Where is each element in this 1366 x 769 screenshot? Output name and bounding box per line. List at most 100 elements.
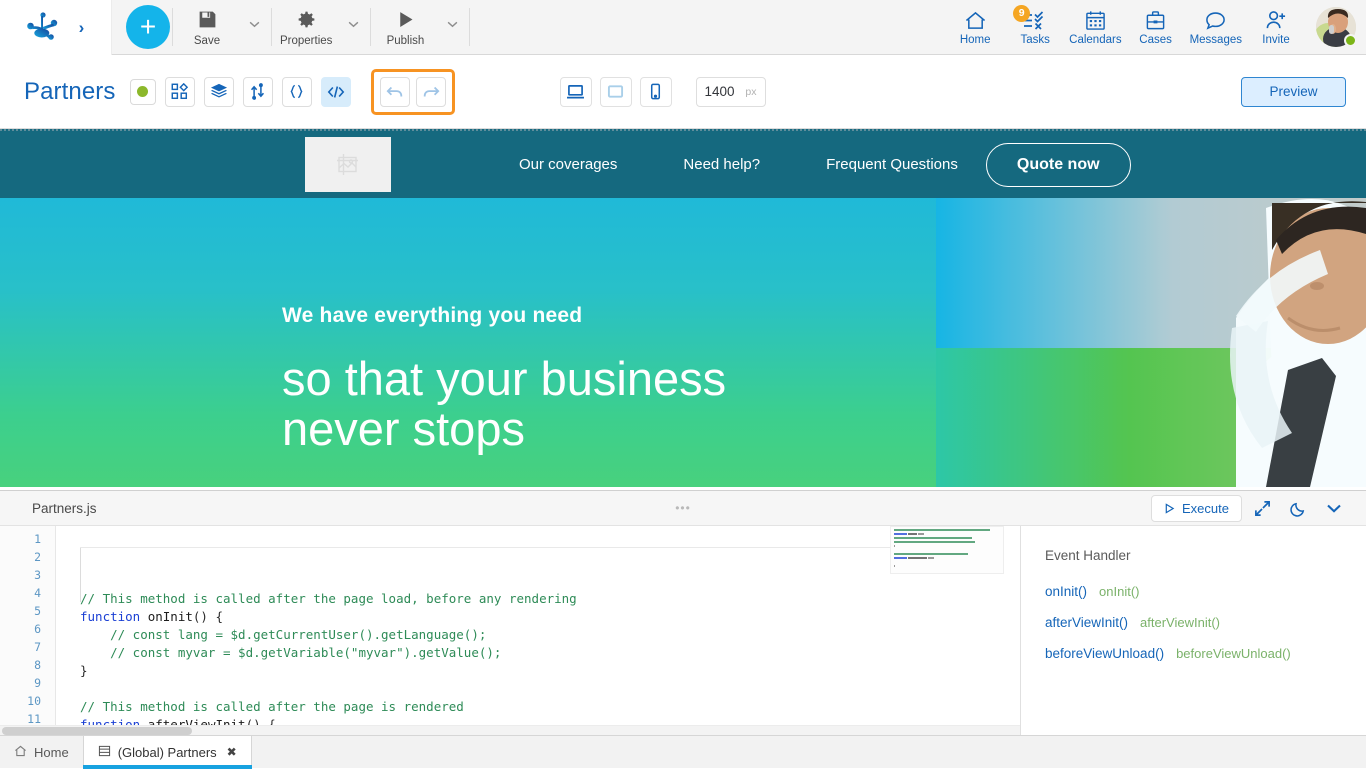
line-number: 9 xyxy=(0,674,55,692)
nav-invite[interactable]: Invite xyxy=(1246,0,1306,55)
chat-bubble-icon xyxy=(1204,8,1227,31)
divider xyxy=(172,8,173,46)
event-handler-name: onInit() xyxy=(1045,584,1087,599)
publish-button[interactable]: Publish xyxy=(373,0,437,55)
nav-invite-label: Invite xyxy=(1262,34,1290,46)
code-content[interactable]: // This method is called after the page … xyxy=(56,526,1020,735)
event-handler-panel: Event Handler onInit() onInit() afterVie… xyxy=(1020,526,1366,735)
code-tags-icon[interactable] xyxy=(321,77,351,107)
layers-icon[interactable] xyxy=(204,77,234,107)
components-grid-icon[interactable] xyxy=(165,77,195,107)
hero-heading-line-1: so that your business xyxy=(282,354,726,404)
save-button[interactable]: Save xyxy=(175,0,239,55)
event-handler-title: Event Handler xyxy=(1045,548,1366,563)
line-number: 8 xyxy=(0,656,55,674)
flow-icon[interactable] xyxy=(243,77,273,107)
history-button-group xyxy=(371,69,455,115)
site-nav-link-1[interactable]: Our coverages xyxy=(519,156,617,173)
scrollbar-thumb[interactable] xyxy=(2,727,192,735)
code-line: // This method is called after the page … xyxy=(80,590,1020,608)
tabbar-empty-space xyxy=(252,736,1366,768)
mobile-icon[interactable] xyxy=(640,77,672,107)
line-number: 6 xyxy=(0,620,55,638)
active-line-underline xyxy=(80,547,960,548)
redo-icon[interactable] xyxy=(416,77,446,107)
save-dropdown-chevron-icon[interactable] xyxy=(239,0,269,55)
tab-global-partners[interactable]: (Global) Partners ✖ xyxy=(83,736,252,768)
device-selector xyxy=(560,77,680,107)
top-toolbar: › + Save Properties Publish xyxy=(0,0,1366,55)
code-line: // This method is called after the page … xyxy=(80,698,1020,716)
save-label: Save xyxy=(194,35,220,47)
minimap-line xyxy=(894,565,1000,567)
status-badge xyxy=(130,79,156,105)
editor-header-actions: Execute xyxy=(1151,493,1366,523)
code-line: function onInit() { xyxy=(80,608,1020,626)
nav-messages[interactable]: Messages xyxy=(1186,0,1246,55)
desktop-icon[interactable] xyxy=(560,77,592,107)
site-nav-link-2[interactable]: Need help? xyxy=(683,156,760,173)
line-number-gutter: 1234567891011 xyxy=(0,526,56,735)
nav-home-label: Home xyxy=(960,34,991,46)
properties-dropdown-chevron-icon[interactable] xyxy=(338,0,368,55)
page-toolbar: Partners xyxy=(0,55,1366,129)
home-icon xyxy=(964,8,987,31)
canvas-width-input[interactable]: 1400 px xyxy=(696,77,766,107)
braces-icon[interactable] xyxy=(282,77,312,107)
code-line: // const myvar = $d.getVariable("myvar")… xyxy=(80,644,1020,662)
event-handler-row[interactable]: onInit() onInit() xyxy=(1045,584,1366,599)
moon-icon[interactable] xyxy=(1282,493,1314,523)
tablet-icon[interactable] xyxy=(600,77,632,107)
code-token: () { xyxy=(193,609,223,624)
site-logo-placeholder[interactable] xyxy=(305,137,391,192)
expand-diagonal-icon[interactable] xyxy=(1246,493,1278,523)
add-new-button[interactable]: + xyxy=(126,5,170,49)
nav-calendars[interactable]: Calendars xyxy=(1065,0,1125,55)
code-token: } xyxy=(80,663,88,678)
code-minimap[interactable] xyxy=(890,526,1004,574)
execute-button[interactable]: Execute xyxy=(1151,495,1242,522)
code-token: // This method is called after the page … xyxy=(80,591,577,606)
avatar[interactable] xyxy=(1316,7,1356,47)
divider xyxy=(370,8,371,46)
status-dot-icon xyxy=(137,86,148,97)
page-title: Partners xyxy=(24,78,116,106)
nav-cases-label: Cases xyxy=(1139,34,1172,46)
preview-button[interactable]: Preview xyxy=(1241,77,1346,107)
chevron-down-icon[interactable] xyxy=(1318,493,1350,523)
top-nav-group: Home 9 Tasks xyxy=(945,0,1366,55)
event-handler-row[interactable]: afterViewInit() afterViewInit() xyxy=(1045,615,1366,630)
publish-dropdown-chevron-icon[interactable] xyxy=(437,0,467,55)
canvas-width-unit: px xyxy=(745,86,756,98)
divider xyxy=(271,8,272,46)
minimap-line xyxy=(894,537,1000,539)
nav-home[interactable]: Home xyxy=(945,0,1005,55)
home-outline-icon xyxy=(14,745,27,760)
lithium-logo-icon[interactable] xyxy=(27,12,61,42)
divider xyxy=(469,8,470,46)
minimap-line xyxy=(894,541,1000,543)
nav-tasks[interactable]: 9 Tasks xyxy=(1005,0,1065,55)
event-handler-row[interactable]: beforeViewUnload() beforeViewUnload() xyxy=(1045,646,1366,661)
hero-heading: so that your business never stops xyxy=(282,354,726,454)
panel-resize-grip[interactable]: ••• xyxy=(675,501,691,515)
line-number: 3 xyxy=(0,566,55,584)
undo-icon[interactable] xyxy=(380,77,410,107)
tab-home[interactable]: Home xyxy=(0,736,83,768)
page-canvas: Our coverages Need help? Frequent Questi… xyxy=(0,129,1366,487)
code-area[interactable]: 1234567891011 // This method is called a… xyxy=(0,526,1020,735)
play-icon xyxy=(395,8,416,32)
properties-button[interactable]: Properties xyxy=(274,0,338,55)
minimap-line xyxy=(894,529,1000,531)
person-add-icon xyxy=(1265,8,1287,31)
close-icon[interactable]: ✖ xyxy=(227,745,237,759)
sidebar-expand-chevron-icon[interactable]: › xyxy=(79,19,85,36)
horizontal-scrollbar[interactable] xyxy=(0,725,1020,735)
quote-now-button[interactable]: Quote now xyxy=(986,143,1131,187)
minimap-line xyxy=(894,561,1000,563)
code-line: // const lang = $d.getCurrentUser().getL… xyxy=(80,626,1020,644)
bottom-tabbar: Home (Global) Partners ✖ xyxy=(0,735,1366,768)
nav-cases[interactable]: Cases xyxy=(1126,0,1186,55)
site-nav-link-3[interactable]: Frequent Questions xyxy=(826,156,958,173)
event-handler-alias: beforeViewUnload() xyxy=(1176,646,1291,661)
